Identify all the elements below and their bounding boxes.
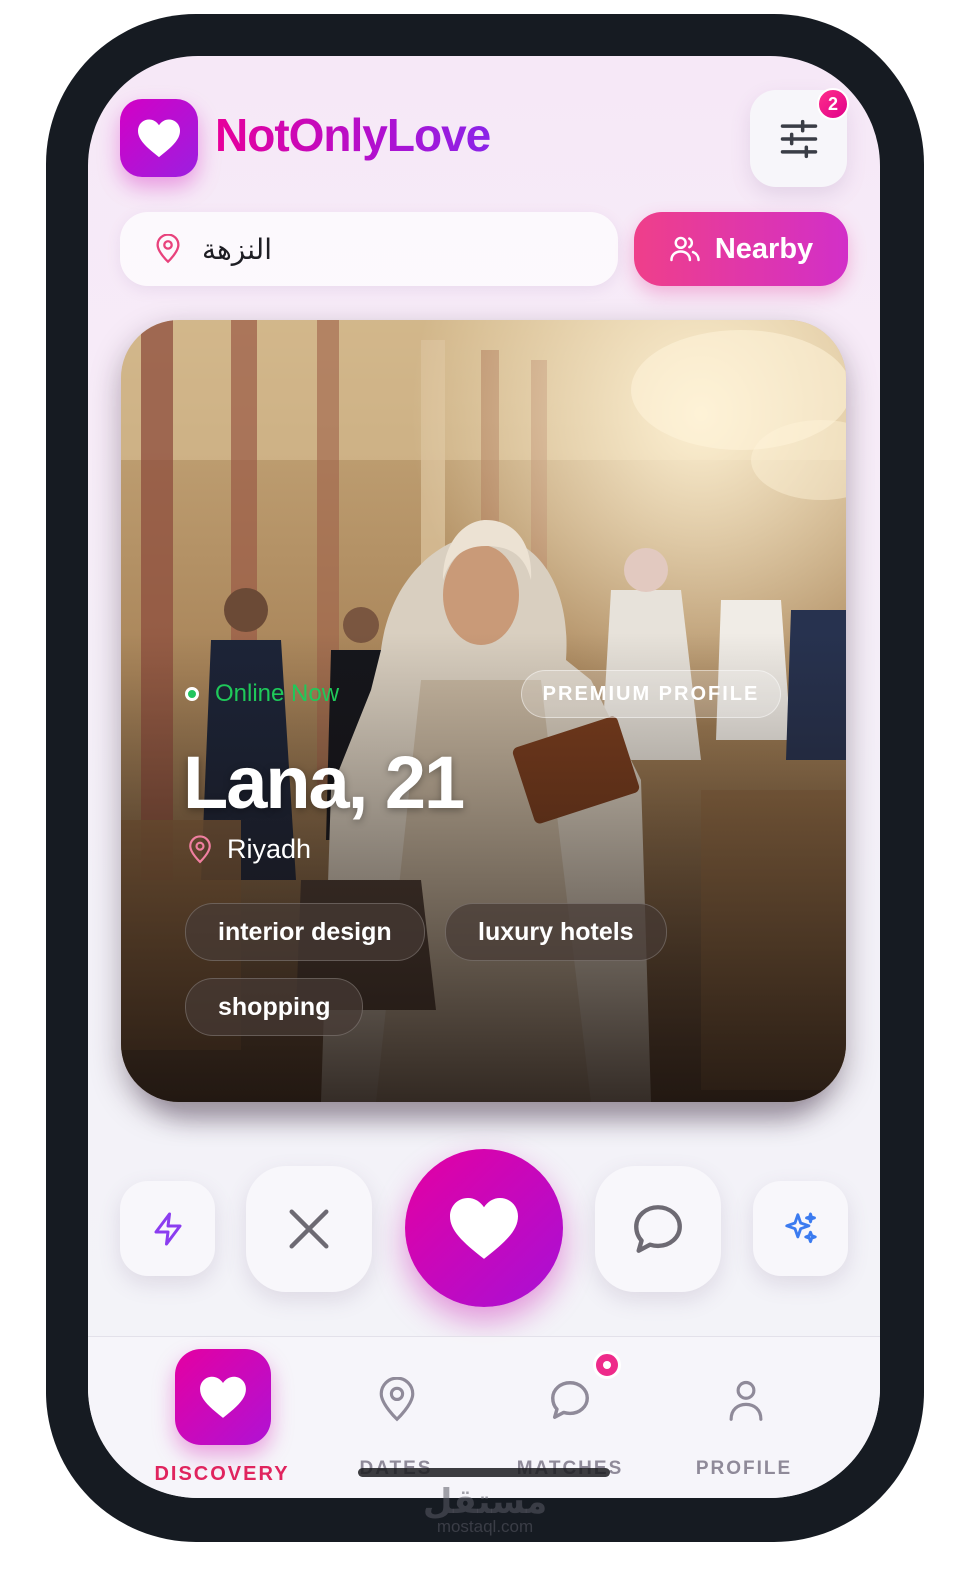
location-input[interactable]: النزهة [120,212,618,286]
map-pin-icon [379,1377,415,1422]
profile-location: Riyadh [187,834,311,865]
online-status: Online Now [185,680,339,708]
message-button[interactable] [595,1166,721,1292]
nav-matches[interactable] [544,1374,596,1426]
profile-city: Riyadh [227,834,312,864]
chat-icon [634,1205,682,1253]
home-indicator [358,1468,610,1477]
watermark-site: mostaql.com [436,1517,534,1536]
app-brand-title: NotOnlyLove [215,109,491,161]
online-status-text: Online Now [215,680,340,707]
interest-tag: luxury hotels [445,903,667,961]
sliders-icon [780,119,817,158]
nav-profile[interactable] [720,1374,772,1426]
like-button[interactable] [405,1149,563,1307]
pass-button[interactable] [246,1166,372,1292]
interest-tag: interior design [185,903,425,961]
filter-count-badge: 2 [817,88,849,120]
user-icon [729,1380,763,1421]
interest-tag: shopping [185,978,364,1036]
watermark-arabic: مستقل [422,1482,548,1522]
heart-icon [138,119,180,158]
nearby-button[interactable]: Nearby [634,212,848,286]
app-screen: NotOnlyLove 2 النزهة Nearby Online Now P… [88,56,880,1498]
chat-icon [551,1381,589,1419]
super-like-button[interactable] [753,1181,848,1276]
profile-name-age: Lana, 21 [183,741,465,824]
boost-button[interactable] [120,1181,215,1276]
nearby-label: Nearby [714,232,814,265]
sparkles-icon [784,1212,817,1243]
heart-icon [450,1198,518,1259]
heart-icon [200,1376,246,1418]
nav-profile-label[interactable]: PROFILE [654,1458,834,1480]
map-pin-icon [156,234,180,264]
nav-discovery[interactable] [175,1349,271,1445]
profile-card[interactable]: Online Now PREMIUM PROFILE Lana, 21 Riya… [121,320,846,1102]
map-pin-icon [189,834,211,863]
nav-dates[interactable] [371,1374,423,1426]
users-icon [670,236,700,262]
close-icon [289,1209,329,1249]
online-dot [185,687,199,701]
matches-notification-dot [593,1351,621,1379]
lightning-icon [154,1212,181,1245]
app-logo [120,99,198,177]
location-value: النزهة [202,232,272,266]
premium-badge: PREMIUM PROFILE [521,670,781,718]
